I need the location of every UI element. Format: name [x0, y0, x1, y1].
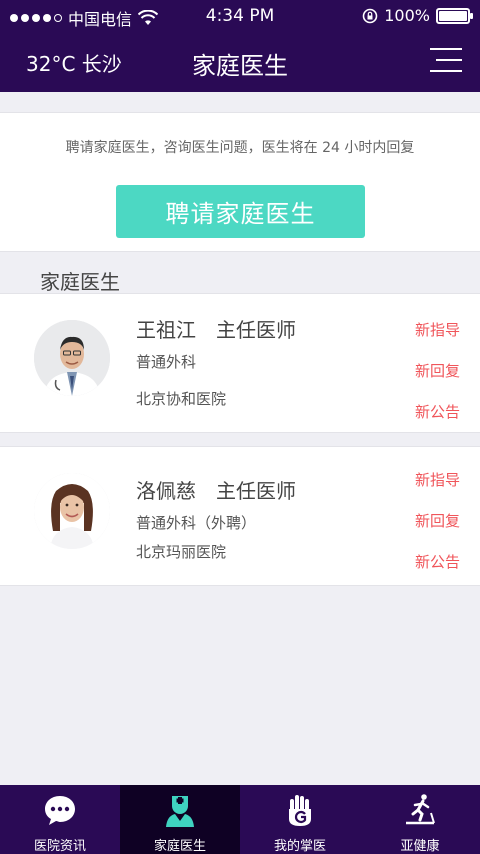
hire-description: 聘请家庭医生，咨询医生问题，医生将在 24 小时内回复 — [65, 140, 415, 156]
hire-doctor-card: 聘请家庭医生，咨询医生问题，医生将在 24 小时内回复 聘请家庭医生 — [0, 112, 480, 252]
doctor-department: 普通外科（外聘） — [136, 514, 257, 532]
doctor-title: 主任医师 — [216, 479, 296, 503]
tab-hospital-news[interactable]: 医院资讯 — [0, 785, 120, 854]
tab-label: 医院资讯 — [33, 839, 86, 854]
page-title: 家庭医生 — [192, 52, 288, 80]
status-right: 100% — [362, 6, 473, 25]
treadmill-runner-icon — [406, 794, 435, 825]
new-guidance-tag[interactable]: 新指导 — [415, 469, 460, 490]
doctor-name: 洛佩慈 — [136, 479, 196, 503]
doctor-name-row: 洛佩慈 主任医师 — [136, 475, 296, 504]
status-bar: 中国电信 4:34 PM 100% — [0, 0, 480, 32]
doctor-icon — [166, 796, 194, 827]
doctor-avatar — [34, 320, 110, 396]
doctor-name: 王祖江 — [136, 318, 196, 342]
new-announcement-tag[interactable]: 新公告 — [415, 551, 460, 572]
hire-doctor-button[interactable]: 聘请家庭医生 — [116, 185, 365, 238]
doctor-card[interactable]: 王祖江 主任医师 普通外科 北京协和医院 新指导 新回复 新公告 — [0, 293, 480, 433]
hand-icon — [289, 795, 311, 826]
nav-bar: 32°C 长沙 家庭医生 — [0, 32, 480, 92]
doctor-avatar — [34, 473, 110, 549]
new-announcement-tag[interactable]: 新公告 — [415, 401, 460, 422]
doctor-hospital: 北京玛丽医院 — [136, 543, 227, 561]
battery-percent: 100% — [384, 6, 430, 25]
tab-sub-health[interactable]: 亚健康 — [360, 785, 480, 854]
new-reply-tag[interactable]: 新回复 — [415, 510, 460, 531]
doctor-name-row: 王祖江 主任医师 — [136, 314, 296, 343]
doctor-title: 主任医师 — [216, 318, 296, 342]
doctor-department: 普通外科 — [136, 353, 197, 371]
new-guidance-tag[interactable]: 新指导 — [415, 319, 460, 340]
tab-family-doctor[interactable]: 家庭医生 — [120, 785, 240, 854]
menu-icon[interactable] — [430, 46, 462, 76]
doctor-card[interactable]: 洛佩慈 主任医师 普通外科（外聘） 北京玛丽医院 新指导 新回复 新公告 — [0, 446, 480, 586]
tab-label: 家庭医生 — [153, 839, 206, 854]
tab-my-doctor[interactable]: 我的掌医 — [240, 785, 360, 854]
bottom-tab-bar: 医院资讯 家庭医生 我的掌医 亚健康 — [0, 785, 480, 854]
orientation-lock-icon — [362, 8, 378, 23]
tab-label: 我的掌医 — [273, 839, 326, 854]
tab-label: 亚健康 — [400, 839, 440, 854]
section-title: 家庭医生 — [40, 270, 120, 294]
doctor-hospital: 北京协和医院 — [136, 390, 227, 408]
top-header: 中国电信 4:34 PM 100% 32°C 长沙 家庭医生 — [0, 0, 480, 92]
battery-icon — [436, 7, 473, 24]
chat-bubble-icon — [45, 796, 75, 825]
new-reply-tag[interactable]: 新回复 — [415, 360, 460, 381]
